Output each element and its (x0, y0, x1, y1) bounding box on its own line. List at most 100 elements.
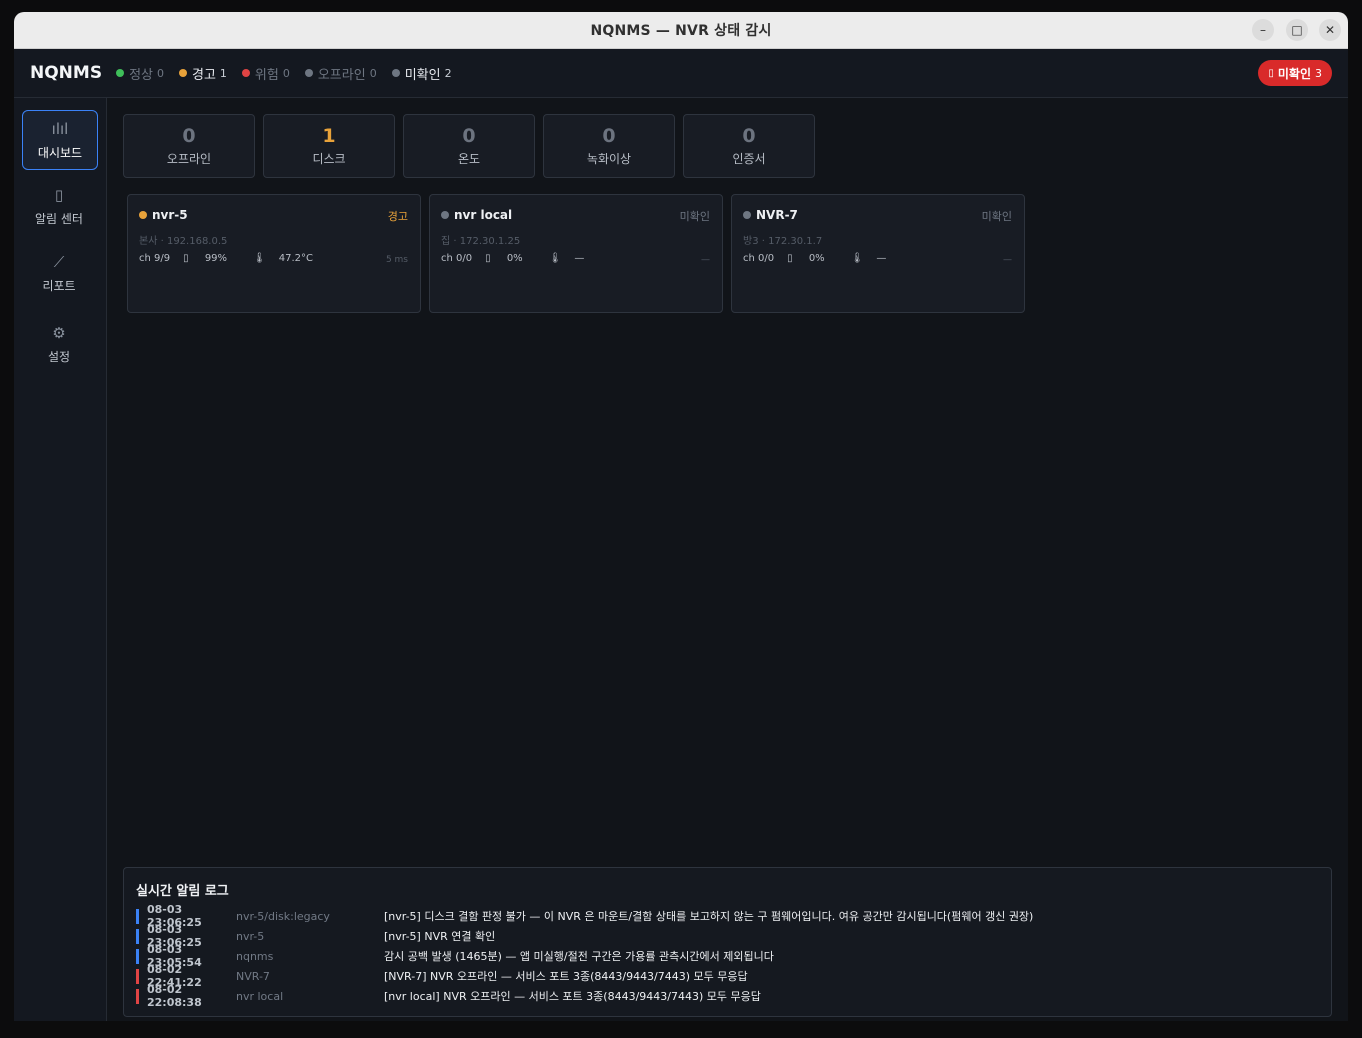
bell-icon: ▯ (1268, 67, 1274, 79)
log-message: [nvr-5] 디스크 결함 판정 불가 — 이 NVR 은 마운트/결함 상태… (384, 910, 1034, 923)
status-dot (441, 211, 449, 219)
summary-card-offline[interactable]: 0 오프라인 (123, 114, 255, 178)
nvr-ip: 192.168.0.5 (166, 236, 228, 247)
status-count: 0 (157, 66, 164, 80)
status-filter[interactable]: 위험 0 (241, 64, 290, 83)
status-filter[interactable]: 오프라인 0 (304, 64, 377, 83)
nvr-ip: 172.30.1.25 (459, 236, 521, 247)
nvr-card[interactable]: NVR-7 미확인 방3 · 172.30.1.7 ch 0/0 ▯ 0% 🌡 —… (731, 194, 1025, 313)
nvr-address: 방3 · 172.30.1.7 (743, 236, 823, 247)
nvr-status: 미확인 (981, 210, 1012, 223)
status-dot (179, 69, 187, 77)
log-time: 08-02 22:08:38 (147, 983, 202, 1009)
temperature: 🌡 — (851, 253, 900, 264)
line-chart-icon: ⟋ (53, 253, 65, 271)
realtime-alert-log: 실시간 알림 로그 08-03 23:06:25 nvr-5/disk:legac… (123, 867, 1332, 1017)
summary-value: 0 (462, 125, 476, 147)
log-row[interactable]: 08-03 23:06:25 nvr-5/disk:legacy [nvr-5] 디… (136, 903, 1321, 929)
nvr-location: 방3 (743, 236, 759, 247)
thermometer-icon: 🌡 (253, 253, 266, 264)
disk-usage-value: 0% (506, 253, 523, 264)
unack-count: 3 (1315, 66, 1322, 80)
nvr-metrics: ch 0/0 ▯ 0% 🌡 — (441, 253, 610, 264)
app-brand: NQNMS (30, 63, 103, 83)
disk-usage: ▯ 99% (183, 253, 240, 264)
nvr-location: 본사 (139, 236, 158, 247)
status-dot (116, 69, 125, 77)
unacknowledged-alerts-button[interactable]: ▯ 미확인 3 (1258, 60, 1332, 86)
disk-usage-value: 99% (204, 253, 228, 264)
severity-bar (136, 988, 139, 1004)
nvr-card[interactable]: nvr local 미확인 집 · 172.30.1.25 ch 0/0 ▯ 0… (429, 194, 723, 313)
nvr-ip: 172.30.1.7 (768, 236, 823, 247)
summary-label: 오프라인 (166, 152, 212, 166)
nvr-latency: 5 ms (385, 255, 408, 265)
log-source: nvr-5/disk:legacy (236, 909, 330, 923)
nvr-metrics: ch 9/9 ▯ 99% 🌡 47.2°C (139, 253, 339, 264)
temperature-value: — (876, 253, 887, 264)
status-filter[interactable]: 미확인 2 (391, 64, 452, 83)
summary-value: 0 (182, 125, 196, 147)
minimize-button[interactable]: – (1252, 19, 1274, 41)
status-filter[interactable]: 경고 1 (179, 64, 227, 83)
log-row[interactable]: 08-02 22:41:22 NVR-7 [NVR-7] NVR 오프라인 — 서비… (136, 963, 1321, 989)
status-count: 2 (444, 66, 452, 80)
severity-bar (136, 928, 139, 944)
nvr-latency: — (701, 255, 710, 265)
sidebar-item-label: 설정 (47, 350, 71, 364)
sidebar-item-alert-center[interactable]: ▯ 알림 센터 (22, 186, 96, 227)
nvr-address: 집 · 172.30.1.25 (441, 236, 521, 247)
sidebar-item-settings[interactable]: ⚙ 설정 (22, 324, 96, 365)
nvr-name: nvr-5 (139, 208, 188, 222)
temperature-value: — (574, 253, 585, 264)
sidebar-item-label: 대시보드 (37, 145, 83, 160)
summary-card-recording[interactable]: 0 녹화이상 (543, 114, 675, 178)
log-message: [nvr-5] NVR 연결 확인 (384, 930, 496, 943)
gear-icon: ⚙ (52, 324, 66, 342)
channel-count: ch 0/0 (441, 253, 473, 264)
status-dot (391, 69, 400, 77)
sidebar-item-label: 리포트 (42, 279, 76, 293)
summary-label: 디스크 (312, 152, 346, 166)
log-row[interactable]: 08-03 23:06:25 nvr-5 [nvr-5] NVR 연결 확인 (136, 923, 1321, 949)
nvr-name-text: NVR-7 (756, 208, 798, 222)
disk-icon: ▯ (485, 253, 491, 264)
dashboard-content: 0 오프라인 1 디스크 0 온도 0 녹화이상 0 인증서 nvr-5 경고 … (107, 98, 1348, 1021)
maximize-button[interactable]: □ (1286, 19, 1308, 41)
nvr-status: 경고 (387, 210, 408, 223)
status-summary: 정상 0 경고 1 위험 0 오프라인 0 미확인 2 (116, 64, 467, 83)
close-button[interactable]: ✕ (1319, 19, 1341, 41)
log-row[interactable]: 08-03 23:05:54 nqnms 감시 공백 발생 (1465분) — 앱 … (136, 943, 1321, 969)
summary-value: 0 (742, 125, 756, 147)
summary-card-certificate[interactable]: 0 인증서 (683, 114, 815, 178)
log-source: nvr-5 (236, 929, 265, 943)
temperature: 🌡 47.2°C (253, 253, 326, 264)
sidebar-item-report[interactable]: ⟋ 리포트 (22, 253, 96, 294)
nvr-card[interactable]: nvr-5 경고 본사 · 192.168.0.5 ch 9/9 ▯ 99% 🌡… (127, 194, 421, 313)
sidebar: ılıl 대시보드 ▯ 알림 센터 ⟋ 리포트 ⚙ 설정 (14, 98, 107, 1021)
disk-usage: ▯ 0% (485, 253, 536, 264)
status-header: NQNMS 정상 0 경고 1 위험 0 오프라인 0 미확인 2 ▯ 미확인 3 (14, 49, 1348, 98)
log-source: NVR-7 (236, 969, 270, 983)
status-dot (139, 211, 147, 219)
nvr-address: 본사 · 192.168.0.5 (139, 236, 228, 247)
severity-bar (136, 968, 139, 984)
title-bar: NQNMS — NVR 상태 감시 – □ ✕ (14, 12, 1348, 49)
log-row[interactable]: 08-02 22:08:38 nvr local [nvr local] NVR 오… (136, 983, 1321, 1009)
status-label: 오프라인 (317, 67, 366, 83)
log-message: 감시 공백 발생 (1465분) — 앱 미실행/절전 구간은 가용률 관측시간… (384, 950, 774, 963)
status-count: 1 (219, 66, 227, 80)
status-filter[interactable]: 정상 0 (116, 64, 164, 83)
status-dot (241, 69, 250, 77)
status-dot (743, 211, 751, 219)
sidebar-item-dashboard[interactable]: ılıl 대시보드 (22, 110, 98, 170)
temperature-value: 47.2°C (278, 253, 313, 264)
summary-card-temperature[interactable]: 0 온도 (403, 114, 535, 178)
disk-icon: ▯ (787, 253, 793, 264)
status-count: 0 (282, 66, 290, 80)
window-title: NQNMS — NVR 상태 감시 (590, 23, 772, 39)
disk-usage-value: 0% (808, 253, 825, 264)
nvr-latency: — (1003, 255, 1012, 265)
summary-card-disk[interactable]: 1 디스크 (263, 114, 395, 178)
sidebar-item-label: 알림 센터 (35, 212, 83, 226)
